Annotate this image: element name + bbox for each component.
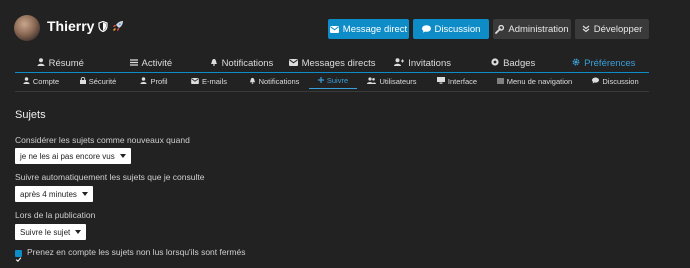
- gear-icon: [572, 58, 580, 69]
- new-topics-label: Considérer les sujets comme nouveaux qua…: [15, 135, 190, 145]
- envelope-icon: [329, 25, 339, 33]
- section-title: Sujets: [15, 109, 46, 121]
- tab-messages[interactable]: Messages directs: [287, 55, 378, 72]
- auto-track-select[interactable]: après 4 minutes: [15, 186, 93, 202]
- tab-notifications[interactable]: Notifications: [196, 55, 287, 72]
- comment-icon: [421, 25, 431, 33]
- caret-down-icon: [75, 230, 82, 234]
- subtab-security[interactable]: Sécurité: [67, 73, 129, 89]
- username: Thierry: [47, 18, 95, 34]
- subtab-navigation-menu[interactable]: Menu de navigation: [487, 73, 582, 89]
- bell-icon: [210, 58, 218, 69]
- user-icon: [37, 58, 45, 69]
- users-icon: [367, 76, 377, 86]
- bell-icon: [249, 77, 256, 86]
- auto-track-value: après 4 minutes: [20, 189, 77, 199]
- message-direct-button[interactable]: Message direct: [328, 19, 409, 39]
- user-plus-icon: [394, 58, 405, 69]
- on-post-select[interactable]: Suivre le sujet: [15, 224, 87, 240]
- envelope-icon: [288, 58, 298, 69]
- user-header: Thierry: [47, 18, 124, 34]
- avatar[interactable]: [14, 15, 40, 41]
- subtab-notifications[interactable]: Notifications: [239, 73, 309, 89]
- tab-invitations[interactable]: Invitations: [377, 55, 468, 72]
- administration-button[interactable]: Administration: [493, 19, 571, 39]
- primary-nav: Résumé Activité Notifications Messages d…: [15, 55, 649, 73]
- divider: [15, 91, 649, 92]
- caret-down-icon: [119, 154, 126, 158]
- double-chevron-icon: [582, 25, 590, 33]
- tab-badges[interactable]: Badges: [468, 55, 559, 72]
- new-topics-select[interactable]: je ne les ai pas encore vus: [15, 148, 131, 164]
- on-post-label: Lors de la publication: [15, 210, 96, 220]
- lock-icon: [79, 76, 86, 86]
- subtab-tracking[interactable]: Suivre: [309, 73, 357, 89]
- discussion-button[interactable]: Discussion: [413, 19, 489, 39]
- auto-track-label: Suivre automatiquement les sujets que je…: [15, 172, 205, 182]
- rocket-icon: [112, 20, 124, 32]
- subtab-account[interactable]: Compte: [15, 73, 67, 89]
- tab-preferences[interactable]: Préférences: [558, 55, 649, 72]
- unread-closed-checkbox[interactable]: [15, 250, 22, 262]
- subtab-discussion[interactable]: Discussion: [582, 73, 649, 89]
- desktop-icon: [436, 76, 445, 86]
- wrench-icon: [495, 24, 505, 34]
- subtab-emails[interactable]: E-mails: [179, 73, 239, 89]
- on-post-value: Suivre le sujet: [20, 227, 71, 237]
- envelope-icon: [191, 77, 199, 86]
- check-icon: [15, 257, 22, 262]
- comment-icon: [592, 77, 600, 86]
- plus-icon: [317, 76, 324, 85]
- user-icon: [23, 76, 30, 86]
- list-icon: [129, 58, 138, 69]
- user-icon: [140, 76, 148, 86]
- subtab-interface[interactable]: Interface: [427, 73, 487, 89]
- unread-closed-label: Prenez en compte les sujets non lus lors…: [27, 247, 246, 257]
- new-topics-value: je ne les ai pas encore vus: [20, 151, 115, 161]
- developer-button[interactable]: Développer: [575, 19, 649, 39]
- subtab-profile[interactable]: Profil: [129, 73, 179, 89]
- tab-summary[interactable]: Résumé: [15, 55, 106, 72]
- shield-icon: [98, 20, 109, 32]
- caret-down-icon: [81, 192, 88, 196]
- certificate-icon: [491, 58, 499, 69]
- bars-icon: [496, 77, 504, 86]
- subtab-users[interactable]: Utilisateurs: [357, 73, 427, 89]
- tab-activity[interactable]: Activité: [106, 55, 197, 72]
- secondary-nav: Compte Sécurité Profil E-mails Notificat…: [15, 73, 649, 89]
